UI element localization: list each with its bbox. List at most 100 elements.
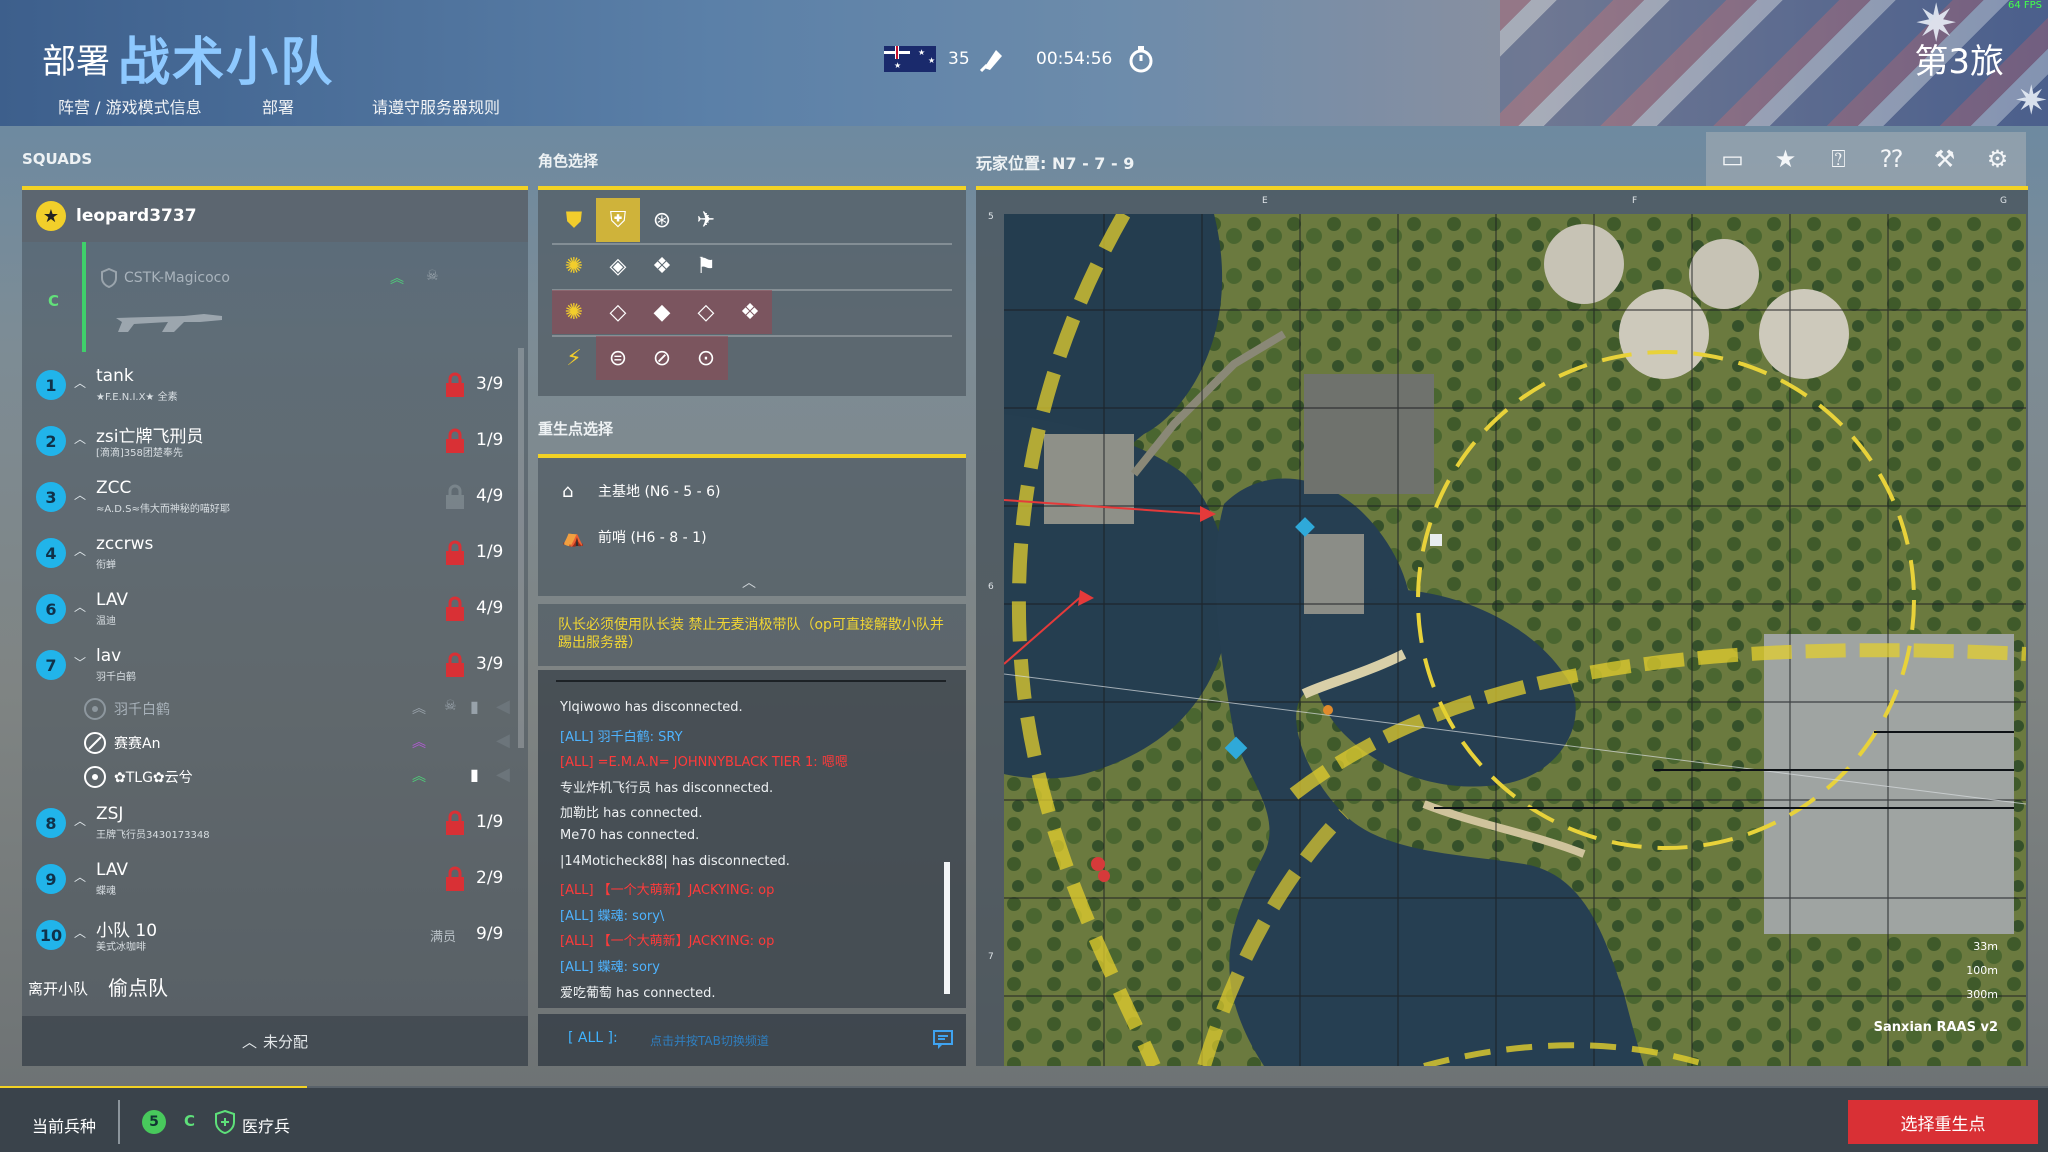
current-squad-number: 5 [142, 1110, 166, 1134]
unassigned-toggle[interactable]: ︿ 未分配 [22, 1016, 528, 1066]
gear-icon[interactable]: ⚙ [1971, 132, 2024, 186]
expand-caret-icon[interactable]: ︿ [74, 486, 86, 503]
chat-channel[interactable]: [ ALL ]: [568, 1030, 618, 1046]
current-role: 医疗兵 [242, 1117, 291, 1136]
wrench-icon[interactable]: ⚒ [1918, 132, 1971, 186]
sapper-role-icon[interactable]: ⊘ [640, 336, 684, 380]
expand-caret-icon[interactable]: ︿ [74, 868, 86, 885]
tactical-map[interactable]: 33m 100m 300m Sanxian RAAS v2 [1004, 214, 2026, 1066]
ticket-display: ★ ★ ★ 35 [884, 46, 1008, 73]
hat-role-icon[interactable]: ◇ [684, 290, 728, 334]
flag-role-icon[interactable]: ⚑ [684, 244, 728, 288]
medic-shield-icon [101, 268, 117, 288]
chevron-up-icon[interactable]: ︿ [742, 572, 756, 592]
map-terrain [1004, 214, 2026, 1066]
heavy-role-icon[interactable]: ✺ [552, 290, 596, 334]
sniper-role-icon[interactable]: ⊜ [596, 336, 640, 380]
expand-caret-icon[interactable]: ︿ [74, 924, 86, 941]
pilot-role-icon[interactable]: ✈ [684, 198, 728, 242]
map-toolbar: ▭ ★ ⍰ ⁇ ⚒ ⚙ [1706, 132, 2026, 186]
medic-role-icon[interactable]: ⛨ [596, 198, 640, 242]
player-position: 玩家位置: N7 - 7 - 9 [976, 154, 1135, 173]
server-notice: 队长必须使用队长装 禁止无麦消极带队（op可直接解散小队并踢出服务器） [538, 604, 966, 666]
squad-member[interactable]: 羽千白鹤 ︽ ☠ ▮ ◀ [82, 692, 528, 726]
select-spawn-button[interactable]: 选择重生点 [1848, 1100, 2038, 1144]
squad-color-bar [82, 242, 86, 352]
leave-squad-button[interactable]: 离开小队 [28, 978, 88, 999]
grid-column-label: E [1262, 196, 1268, 206]
squad-letter: C [48, 292, 60, 310]
engineer-role-icon[interactable]: ❖ [728, 290, 772, 334]
squad-row-2[interactable]: 2 ︿ zsi亡牌飞刑员 [滴滴]358团楚奉先 1/9 [22, 416, 528, 466]
grenade-role-icon[interactable]: ⊙ [684, 336, 728, 380]
rank-chevron-icon: ︽ [412, 701, 426, 717]
member-name: 赛赛An [114, 736, 161, 752]
squads-scrollbar[interactable] [518, 348, 524, 748]
squad-name: LAV [96, 590, 129, 610]
spawn-select-panel: ⌂ 主基地 (N6 - 5 - 6) ⛺ 前哨 (H6 - 8 - 1) ︿ [538, 458, 966, 596]
squad-number: 10 [36, 920, 66, 950]
squad-row-6[interactable]: 6 ︿ LAV 温迪 4/9 [22, 584, 528, 634]
wheel-icon [84, 766, 106, 788]
expand-caret-icon[interactable]: ︿ [74, 598, 86, 615]
scale-label: 100m [1966, 964, 1998, 977]
chat-bubble-icon[interactable]: ▭ [1706, 132, 1759, 186]
squad-count: 4/9 [476, 598, 504, 618]
squad-row-9[interactable]: 9 ︿ LAV 蝶魂 2/9 [22, 854, 528, 904]
current-member-name: CSTK-Magicoco [124, 270, 230, 286]
notice-text: 队长必须使用队长装 禁止无麦消极带队（op可直接解散小队并踢出服务器） [558, 617, 944, 651]
role-row: ⛊ ⛨ ⊛ ✈ [552, 198, 952, 245]
chat-send-icon[interactable] [932, 1028, 954, 1050]
squad-row-10[interactable]: 10 ︿ 小队 10 美式冰咖啡 满员 9/9 [22, 910, 528, 960]
kit-icon: ▮ [470, 765, 479, 784]
squad-leader-sub: 王牌飞行员3430173348 [96, 830, 210, 841]
lightning-role-icon[interactable]: ⚡ [552, 336, 596, 380]
grid-row-label: 6 [988, 582, 994, 592]
tab-faction-info[interactable]: 阵营 / 游戏模式信息 [58, 94, 202, 118]
squad-name: tank [96, 366, 134, 386]
radio-help-icon[interactable]: ⍰ [1812, 132, 1865, 186]
stopwatch-icon [1129, 46, 1153, 73]
crewman-role-icon[interactable]: ⊛ [640, 198, 684, 242]
spawn-main-base[interactable]: ⌂ 主基地 (N6 - 5 - 6) [562, 476, 720, 506]
scale-label: 300m [1966, 988, 1998, 1001]
rifleman-role-icon[interactable]: ✺ [552, 244, 596, 288]
squads-panel: ★ leopard3737 C CSTK-Magicoco ︽ ☠ 1 ︿ ta… [22, 190, 528, 1066]
expand-caret-icon[interactable]: ︿ [74, 542, 86, 559]
grenadier-role-icon[interactable]: ❖ [640, 244, 684, 288]
expand-caret-icon[interactable]: ︿ [74, 812, 86, 829]
spawn-outpost[interactable]: ⛺ 前哨 (H6 - 8 - 1) [562, 522, 707, 552]
squad-member[interactable]: ✿TLG✿云兮 ︽ ▮ ◀ [82, 760, 528, 794]
squad-leader-bar[interactable]: ★ leopard3737 [22, 190, 528, 242]
squad-row-3[interactable]: 3 ︿ ZCC ≈A.D.S≈伟大而神秘的喵好耶 4/9 [22, 472, 528, 522]
bottom-bar [0, 1088, 2048, 1152]
squad-name: lav [96, 646, 122, 666]
chat-scrollbar[interactable] [944, 862, 950, 994]
faction-name: 第3旅 [1914, 42, 2004, 82]
grid-row-label: 5 [988, 212, 994, 222]
tab-deploy[interactable]: 部署 [262, 94, 294, 118]
helicopter-help-icon[interactable]: ⁇ [1865, 132, 1918, 186]
squad-leader-sub: 衔蝉 [96, 560, 116, 571]
chat-input-bar[interactable]: [ ALL ]: 点击并按TAB切换频道 [538, 1014, 966, 1066]
automatic-rifleman-role-icon[interactable]: ◈ [596, 244, 640, 288]
star-icon[interactable]: ★ [1759, 132, 1812, 186]
unlock-icon [446, 484, 464, 509]
squad-member[interactable]: 赛赛An ︽ ◀ [82, 726, 528, 760]
squad-row-7[interactable]: 7 ﹀ lav 羽千白鹤 3/9 [22, 640, 528, 690]
tab-server-rules[interactable]: 请遵守服务器规则 [372, 94, 500, 118]
chat-input-field[interactable]: 点击并按TAB切换频道 [650, 1032, 769, 1049]
expand-caret-icon[interactable]: ︿ [74, 374, 86, 391]
squad-leader-role-icon[interactable]: ⛊ [552, 198, 596, 242]
squad-count: 3/9 [476, 654, 504, 674]
current-squad-block: C CSTK-Magicoco ︽ ☠ [22, 242, 528, 352]
collapse-caret-icon[interactable]: ﹀ [74, 654, 86, 671]
squad-row-1[interactable]: 1 ︿ tank ★F.E.N.I.X★ 全素 3/9 [22, 360, 528, 410]
squad-row-4[interactable]: 4 ︿ zccrws 衔蝉 1/9 [22, 528, 528, 578]
squad-row-8[interactable]: 8 ︿ ZSJ 王牌飞行员3430173348 1/9 [22, 798, 528, 848]
bottom-divider [118, 1100, 120, 1144]
marksman-role-icon[interactable]: ◇ [596, 290, 640, 334]
lat-role-icon[interactable]: ◆ [640, 290, 684, 334]
squad-leader-sub: 美式冰咖啡 [96, 942, 146, 953]
expand-caret-icon[interactable]: ︿ [74, 430, 86, 447]
